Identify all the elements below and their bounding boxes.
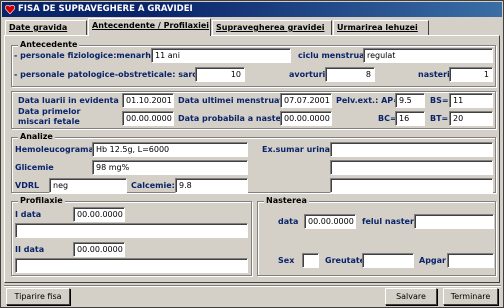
sarcini-field[interactable]: 10 [195,67,245,82]
exsumar-field-2[interactable] [330,160,493,175]
bc-field[interactable]: 16 [395,111,425,126]
bc-label: BC= [378,114,397,123]
menarha-field[interactable]: 11 ani [151,48,291,63]
miscari-label-2: miscari fetale [18,117,80,126]
glicemie-label: Glicemie [15,163,54,172]
nastere-data-label: data [278,217,299,226]
avorturi-label: avorturi [289,70,326,79]
tab-date-gravida[interactable]: Date gravida [5,20,87,35]
sex-field[interactable] [302,253,319,268]
terminare-button[interactable]: Terminare [443,288,498,305]
miscari-label-1: Data primelor [18,107,81,116]
pelv-ap-field[interactable]: 9.5 [395,93,425,108]
calcemie-field[interactable]: 9.8 [175,178,248,193]
bs-label: BS= [430,96,449,105]
pelv-label: Pelv.ext.: AP= [336,96,400,105]
title-bar: FISA DE SUPRAVEGHERE A GRAVIDEI [2,2,502,17]
tab-label: Date gravida [9,23,68,32]
i-data-notes-field[interactable] [15,223,248,238]
exsumar-field-1[interactable] [330,142,493,157]
nastere-data-field[interactable]: 00.00.0000 [304,214,356,229]
antecedente-group: Antecedente - personale fiziologice:mena… [11,40,496,87]
exsumar-field-3[interactable] [330,178,493,193]
profilaxie-group: Profilaxie I data 00.00.0000 II data 00.… [11,196,252,276]
nasterii-label: Data probabila a nasterii [178,114,291,123]
main-window: FISA DE SUPRAVEGHERE A GRAVIDEI Date gra… [0,0,504,308]
hemo-label: Hemoleucograma [15,145,94,154]
apgar-field[interactable] [447,253,494,268]
analize-group: Analize Hemoleucograma Hb 12.5g, L=6000 … [11,132,496,193]
nasterea-title: Nasterea [264,196,309,205]
fel-label: felul nasterii [362,217,420,226]
tab-panel: Antecedente - personale fiziologice:mena… [4,35,500,283]
analize-title: Analize [18,132,55,141]
tiparire-button[interactable]: Tiparire fisa [6,288,70,305]
nasterea-group: Nasterea data 00.00.0000 felul nasterii … [257,196,496,276]
nasterii-field[interactable]: 00.00.0000 [280,111,332,126]
tab-label: Antecendente / Profilaxiei [92,21,210,30]
bt-label: BT= [430,114,449,123]
tab-supravegherea[interactable]: Supravegherea gravidei [212,20,332,35]
hemo-field[interactable]: Hb 12.5g, L=6000 [92,142,248,157]
ii-data-label: II data [15,245,45,254]
bs-field[interactable]: 11 [449,93,493,108]
ciclu-field[interactable]: regulat [363,48,493,63]
heart-icon [5,5,15,14]
exsumar-label: Ex.sumar urina [262,145,331,154]
sex-label: Sex [278,256,295,265]
vdrl-label: VDRL [15,181,40,190]
dates-group: Data luarii in evidenta 01.10.2001 Data … [11,91,496,129]
window-title: FISA DE SUPRAVEGHERE A GRAVIDEI [18,4,193,14]
luarii-label: Data luarii in evidenta [18,96,119,105]
bt-field[interactable]: 20 [449,111,493,126]
nasteri-field[interactable]: 1 [449,67,493,82]
greutate-field[interactable] [362,253,414,268]
vdrl-field[interactable]: neg [49,178,127,193]
fel-field[interactable] [414,214,494,229]
glicemie-field[interactable]: 98 mg% [92,160,248,175]
greutate-label: Greutate [325,256,366,265]
tab-antecedente[interactable]: Antecendente / Profilaxiei [88,18,211,36]
menarha-label: - personale fiziologice:menarha [14,51,157,60]
apgar-label: Apgar [419,256,446,265]
ii-data-notes-field[interactable] [15,258,248,273]
profilaxie-title: Profilaxie [18,196,65,205]
antecedente-title: Antecedente [18,40,80,49]
menstruatii-label: Data ultimei menstruatii [178,96,289,105]
nasteri-label: nasteri [418,70,450,79]
i-data-field[interactable]: 00.00.0000 [73,207,125,222]
i-data-label: I data [15,210,42,219]
calcemie-label: Calcemie: [131,181,175,190]
tab-label: Supravegherea gravidei [216,23,325,32]
ciclu-label: ciclu menstrual [298,51,368,60]
ii-data-field[interactable]: 00.00.0000 [73,242,125,257]
avorturi-field[interactable]: 8 [325,67,375,82]
miscari-field[interactable]: 00.00.0000 [122,111,174,126]
menstruatii-field[interactable]: 07.07.2001 [280,93,332,108]
sarcini-label: - personale patologice-obstreticale: sar… [14,70,209,79]
luarii-field[interactable]: 01.10.2001 [122,93,174,108]
tab-label: Urmarirea lehuzei [337,23,418,32]
tab-urmarirea[interactable]: Urmarirea lehuzei [333,20,429,35]
salvare-button[interactable]: Salvare [385,288,437,305]
